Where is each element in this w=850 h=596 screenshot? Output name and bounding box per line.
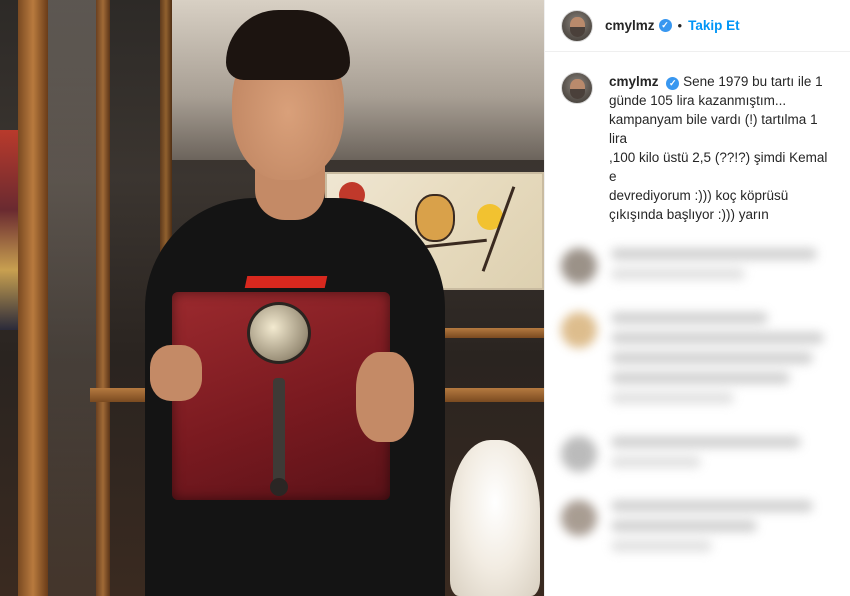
scale-dial xyxy=(247,302,311,364)
photo-glass-panel xyxy=(48,0,96,596)
photo-wood-pillar xyxy=(18,0,48,596)
caption-avatar[interactable] xyxy=(561,72,593,104)
post-username[interactable]: cmylmz xyxy=(605,18,655,33)
caption-row: cmylmz ✓ Sene 1979 bu tartı ile 1 günde … xyxy=(545,52,850,224)
verified-badge-icon: ✓ xyxy=(666,77,680,90)
photo-shirt-logo xyxy=(244,276,328,288)
post-header: cmylmz ✓ • Takip Et xyxy=(545,0,850,52)
photo-background-ceiling xyxy=(170,0,544,160)
photo-person-hand xyxy=(356,352,414,442)
caption-line: devrediyorum :))) koç köprüsü xyxy=(609,188,789,203)
comment-row xyxy=(545,424,850,488)
caption-line: kampanyam bile vardı (!) tartılma 1 lira xyxy=(609,112,818,146)
photo-lamp xyxy=(450,440,540,596)
comment-row xyxy=(545,488,850,572)
post-photo[interactable] xyxy=(0,0,544,596)
photo-railing xyxy=(430,328,544,338)
comment-row xyxy=(545,300,850,424)
scale-handle xyxy=(273,378,285,490)
photo-person-hand xyxy=(150,345,202,401)
blurred-comments-section xyxy=(545,236,850,596)
comment-avatar xyxy=(561,248,597,284)
comment-row xyxy=(545,236,850,300)
comment-avatar xyxy=(561,436,597,472)
caption-text: cmylmz ✓ Sene 1979 bu tartı ile 1 günde … xyxy=(609,72,837,224)
comment-avatar xyxy=(561,500,597,536)
caption-line: ,100 kilo üstü 2,5 (??!?) şimdi Kemal e xyxy=(609,150,828,184)
scale-knob xyxy=(270,478,288,496)
photo-wood-pillar xyxy=(96,0,110,596)
caption-line: çıkışında başlıyor :))) yarın xyxy=(609,207,769,222)
caption-line: Sene 1979 bu tartı ile 1 xyxy=(683,74,823,89)
verified-badge-icon: ✓ xyxy=(658,19,672,32)
separator-dot: • xyxy=(677,18,683,33)
profile-avatar[interactable] xyxy=(561,9,593,42)
caption-username[interactable]: cmylmz xyxy=(609,74,659,89)
comment-avatar xyxy=(561,312,597,348)
post-side-panel: cmylmz ✓ • Takip Et cmylmz ✓ Sene 1979 b… xyxy=(544,0,850,596)
follow-button[interactable]: Takip Et xyxy=(688,18,740,33)
caption-line: günde 105 lira kazanmıştım... xyxy=(609,93,787,108)
